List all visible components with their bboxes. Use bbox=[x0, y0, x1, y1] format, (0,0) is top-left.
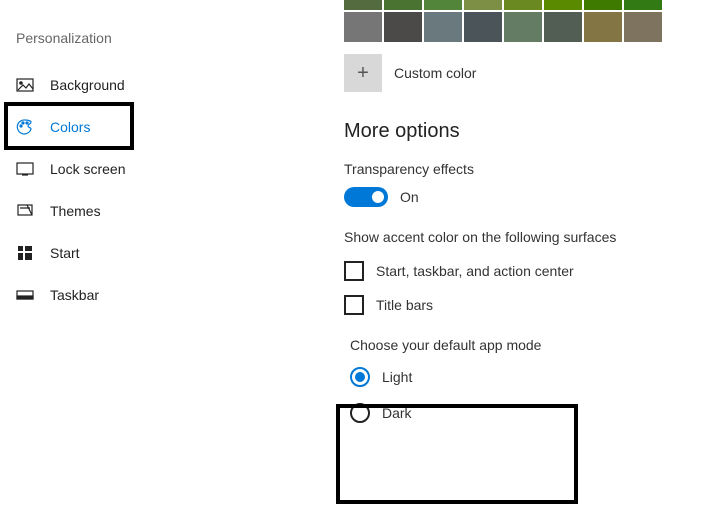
custom-color-row: + Custom color bbox=[344, 54, 727, 92]
color-swatch[interactable] bbox=[504, 12, 542, 42]
sidebar-item-colors[interactable]: Colors bbox=[0, 106, 200, 148]
more-options-heading: More options bbox=[344, 120, 727, 143]
color-swatch[interactable] bbox=[624, 0, 662, 10]
color-swatch[interactable] bbox=[464, 12, 502, 42]
app-mode-label: Choose your default app mode bbox=[350, 337, 727, 353]
sidebar-item-label: Colors bbox=[50, 119, 90, 135]
accent-check-row-1: Start, taskbar, and action center bbox=[344, 261, 727, 281]
color-swatch[interactable] bbox=[424, 0, 462, 10]
transparency-label: Transparency effects bbox=[344, 161, 727, 177]
color-swatch[interactable] bbox=[624, 12, 662, 42]
checkbox-label: Title bars bbox=[376, 297, 433, 313]
sidebar-item-background[interactable]: Background bbox=[0, 64, 200, 106]
start-icon bbox=[16, 244, 34, 262]
checkbox-start-taskbar[interactable] bbox=[344, 261, 364, 281]
color-swatch[interactable] bbox=[544, 0, 582, 10]
color-swatch[interactable] bbox=[584, 12, 622, 42]
taskbar-icon bbox=[16, 286, 34, 304]
sidebar-title: Personalization bbox=[0, 30, 200, 46]
custom-color-button[interactable]: + bbox=[344, 54, 382, 92]
color-swatch[interactable] bbox=[464, 0, 502, 10]
sidebar-item-label: Start bbox=[50, 245, 80, 261]
sidebar-item-label: Taskbar bbox=[50, 287, 99, 303]
color-swatch[interactable] bbox=[344, 12, 382, 42]
plus-icon: + bbox=[357, 62, 369, 85]
radio-label: Light bbox=[382, 369, 412, 385]
color-swatch[interactable] bbox=[584, 0, 622, 10]
app-mode-section: Choose your default app mode Light Dark bbox=[344, 337, 727, 423]
color-swatch[interactable] bbox=[504, 0, 542, 10]
transparency-state: On bbox=[400, 189, 419, 205]
sidebar-item-themes[interactable]: Themes bbox=[0, 190, 200, 232]
sidebar-item-taskbar[interactable]: Taskbar bbox=[0, 274, 200, 316]
app-mode-light-row: Light bbox=[350, 367, 727, 387]
checkbox-label: Start, taskbar, and action center bbox=[376, 263, 574, 279]
sidebar-item-label: Background bbox=[50, 77, 125, 93]
lockscreen-icon bbox=[16, 160, 34, 178]
sidebar-item-label: Themes bbox=[50, 203, 101, 219]
picture-icon bbox=[16, 76, 34, 94]
sidebar-item-start[interactable]: Start bbox=[0, 232, 200, 274]
checkbox-titlebars[interactable] bbox=[344, 295, 364, 315]
transparency-toggle[interactable] bbox=[344, 187, 388, 207]
palette-icon bbox=[16, 118, 34, 136]
accent-surfaces-label: Show accent color on the following surfa… bbox=[344, 229, 727, 245]
swatch-row bbox=[344, 12, 727, 42]
color-swatch-grid bbox=[344, 0, 727, 42]
radio-light[interactable] bbox=[350, 367, 370, 387]
swatch-row bbox=[344, 0, 727, 10]
color-swatch[interactable] bbox=[424, 12, 462, 42]
app-mode-dark-row: Dark bbox=[350, 403, 727, 423]
main-content: + Custom color More options Transparency… bbox=[200, 0, 727, 517]
accent-check-row-2: Title bars bbox=[344, 295, 727, 315]
custom-color-label: Custom color bbox=[394, 65, 476, 81]
transparency-toggle-row: On bbox=[344, 187, 727, 207]
color-swatch[interactable] bbox=[544, 12, 582, 42]
radio-dark[interactable] bbox=[350, 403, 370, 423]
sidebar-item-label: Lock screen bbox=[50, 161, 125, 177]
toggle-thumb bbox=[372, 191, 384, 203]
sidebar-item-lockscreen[interactable]: Lock screen bbox=[0, 148, 200, 190]
color-swatch[interactable] bbox=[344, 0, 382, 10]
radio-label: Dark bbox=[382, 405, 412, 421]
sidebar: Personalization Background Colors Lock s… bbox=[0, 0, 200, 517]
color-swatch[interactable] bbox=[384, 12, 422, 42]
color-swatch[interactable] bbox=[384, 0, 422, 10]
themes-icon bbox=[16, 202, 34, 220]
